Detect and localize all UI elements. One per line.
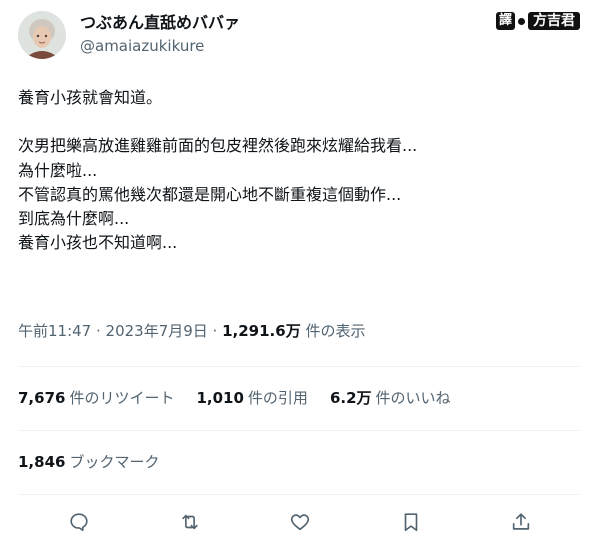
quotes-stat[interactable]: 1,010 件の引用 — [196, 387, 307, 409]
share-icon — [512, 513, 530, 530]
stamp-label: 譯 — [495, 12, 515, 30]
tweet-line: 為什麼啦... — [18, 160, 98, 180]
engagement-stats: 7,676 件のリツイート 1,010 件の引用 6.2万 件のいいね — [18, 387, 451, 409]
retweets-label: 件のリツイート — [69, 389, 175, 407]
tweet-line: 養育小孩也不知道啊... — [18, 233, 178, 253]
likes-count: 6.2万 — [329, 389, 372, 407]
views-count: 1,291.6万 — [222, 322, 301, 340]
divider — [18, 494, 580, 495]
reply-button[interactable] — [61, 504, 97, 540]
stamp-name: 方吉君 — [528, 12, 580, 30]
quotes-label: 件の引用 — [247, 389, 308, 407]
tweet-line: 養育小孩就會知道。 — [18, 88, 163, 107]
retweets-count: 7,676 — [18, 389, 66, 407]
retweets-stat[interactable]: 7,676 件のリツイート — [18, 387, 174, 409]
tweet-line — [18, 110, 580, 134]
share-button[interactable] — [503, 504, 539, 540]
user-handle[interactable]: @amaiazukikure — [80, 36, 240, 56]
author-names: つぶあん直舐めババァ @amaiazukikure — [80, 12, 240, 56]
views-label: 件の表示 — [300, 322, 366, 340]
tweet-line: 不管認真的罵他幾次都還是開心地不斷重複這個動作... — [18, 184, 402, 204]
timestamp[interactable]: 午前11:47 · 2023年7月9日 · — [18, 322, 222, 340]
display-name[interactable]: つぶあん直舐めババァ — [80, 12, 240, 34]
tweet-header: つぶあん直舐めババァ @amaiazukikure 譯 方吉君 — [18, 10, 580, 62]
reply-icon — [70, 513, 88, 531]
bookmarks-label: ブックマーク — [69, 453, 160, 471]
likes-label: 件のいいね — [375, 389, 451, 407]
quotes-count: 1,010 — [196, 389, 244, 407]
bookmark-icon — [404, 513, 418, 532]
bookmark-button[interactable] — [393, 504, 429, 540]
divider — [18, 366, 580, 367]
bookmarks-count: 1,846 — [18, 453, 66, 471]
bookmarks-stat[interactable]: 1,846 ブックマーク — [18, 451, 159, 473]
tweet-line: 到底為什麼啊... — [18, 209, 130, 229]
translator-stamp: 譯 方吉君 — [495, 12, 580, 30]
like-button[interactable] — [282, 504, 318, 540]
avatar[interactable] — [18, 11, 66, 59]
action-bar — [18, 504, 580, 540]
retweet-icon — [182, 514, 198, 530]
divider — [18, 430, 580, 431]
like-icon — [290, 514, 310, 531]
tweet-meta: 午前11:47 · 2023年7月9日 · 1,291.6万 件の表示 — [18, 320, 365, 342]
tweet-text: 養育小孩就會知道。 次男把樂高放進雞雞前面的包皮裡然後跑來炫耀給我看... 為什… — [18, 86, 580, 256]
retweet-button[interactable] — [172, 504, 208, 540]
tweet-line: 次男把樂高放進雞雞前面的包皮裡然後跑來炫耀給我看... — [18, 136, 418, 156]
likes-stat[interactable]: 6.2万 件のいいね — [330, 387, 451, 409]
stamp-dot — [518, 17, 525, 25]
